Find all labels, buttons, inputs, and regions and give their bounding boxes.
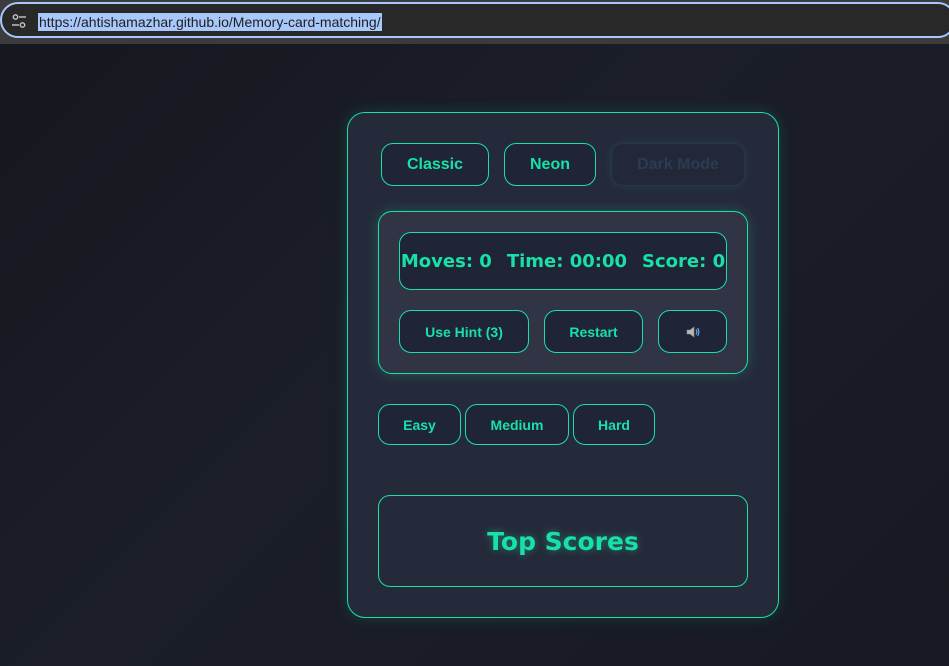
time-counter: Time: 00:00 — [506, 250, 628, 272]
easy-button[interactable]: Easy — [378, 404, 461, 445]
sound-toggle-button[interactable] — [658, 310, 727, 353]
moves-counter: Moves: 0 — [400, 250, 492, 272]
neon-theme-button[interactable]: Neon — [504, 143, 596, 186]
hard-button[interactable]: Hard — [573, 404, 655, 445]
dark-mode-button[interactable]: Dark Mode — [611, 143, 745, 186]
address-bar[interactable]: https://ahtishamazhar.github.io/Memory-c… — [0, 2, 949, 38]
speaker-icon — [686, 325, 699, 338]
top-scores-title: Top Scores — [487, 526, 639, 556]
browser-toolbar: https://ahtishamazhar.github.io/Memory-c… — [0, 0, 949, 44]
stats-bar: Moves: 0 Time: 00:00 Score: 0 — [399, 232, 727, 290]
tune-icon[interactable] — [11, 13, 27, 29]
classic-theme-button[interactable]: Classic — [381, 143, 489, 186]
medium-button[interactable]: Medium — [465, 404, 569, 445]
top-scores-panel: Top Scores — [378, 495, 748, 587]
use-hint-button[interactable]: Use Hint (3) — [399, 310, 529, 353]
restart-button[interactable]: Restart — [544, 310, 643, 353]
score-counter: Score: 0 — [642, 250, 726, 272]
url-text[interactable]: https://ahtishamazhar.github.io/Memory-c… — [38, 13, 382, 31]
